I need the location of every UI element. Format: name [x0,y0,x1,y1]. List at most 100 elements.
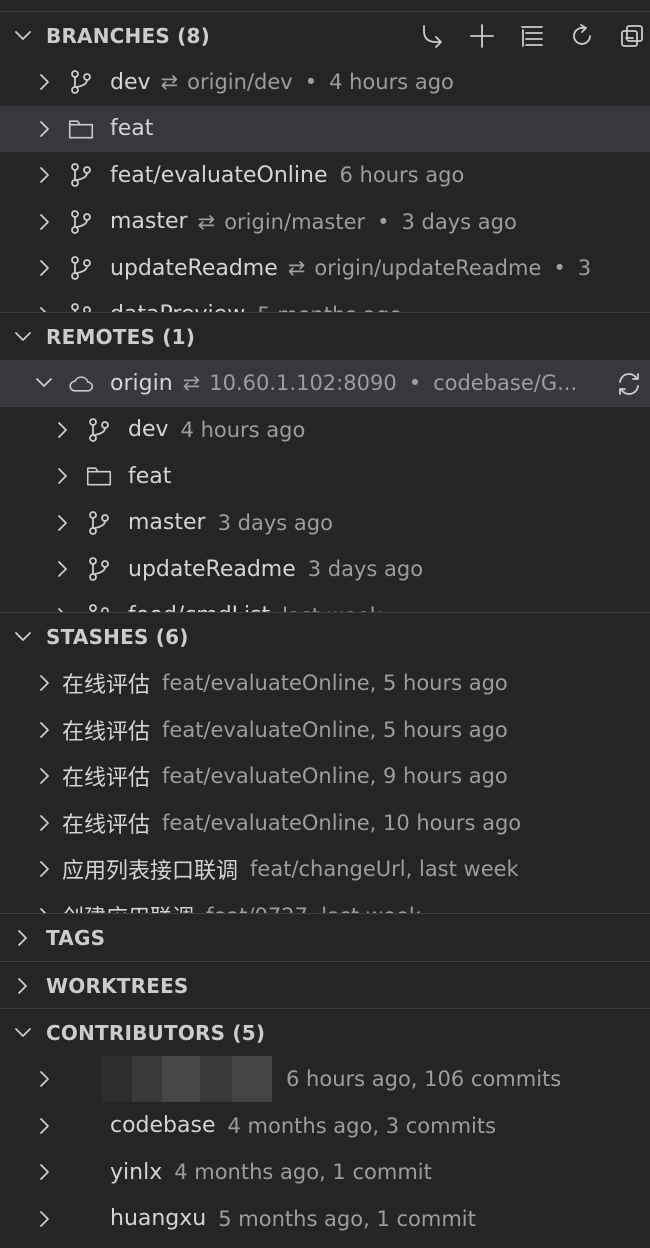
contributors-header[interactable]: CONTRIBUTORS (5) [0,1009,650,1056]
branch-time: 3 days ago [307,557,424,582]
branch-row[interactable]: feat/evaluateOnline 6 hours ago [0,152,650,199]
chevron-down-icon [12,326,46,348]
branch-upstream: origin/updateReadme [314,256,542,281]
contributor-name: codebase [110,1113,216,1139]
contributor-desc: 6 hours ago, 106 commits [286,1067,562,1092]
switch-branch-icon[interactable] [414,18,450,54]
chevron-right-icon [32,212,56,232]
avatar [102,1056,272,1103]
stash-row[interactable]: 应用列表接口联调 feat/changeUrl, last week [0,846,650,893]
sync-icon: ⇄ [160,70,179,95]
branch-time: 4 hours ago [180,417,306,442]
top-divider [0,0,650,12]
contributor-name: yinlx [110,1159,163,1185]
remotes-section: REMOTES (1) origin ⇄ 10.60.1.102:8090 • … [0,312,650,612]
stash-row[interactable]: 在线评估 feat/evaluateOnline, 9 hours ago [0,753,650,800]
contributors-section: CONTRIBUTORS (5) 6 hours ago, 106 commit… [0,1008,650,1248]
branch-upstream: origin/master [224,209,366,234]
separator-dot: • [553,256,566,281]
stash-message: 在线评估 [62,673,151,699]
remote-branch-row[interactable]: master 3 days ago [0,500,650,547]
branches-section: BRANCHES (8) dev ⇄ origin/dev • 4 hours … [0,12,650,312]
chevron-right-icon [32,859,56,879]
branch-name: feat [110,116,154,142]
chevron-right-icon [32,1116,56,1136]
branch-name: dataPreview [110,302,245,312]
tags-header[interactable]: TAGS [0,914,650,961]
chevron-right-icon [32,1069,56,1089]
stashes-section: STASHES (6) 在线评估 feat/evaluateOnline, 5 … [0,612,650,913]
remote-branch-row[interactable]: updateReadme 3 days ago [0,546,650,593]
chevron-right-icon [32,1209,56,1229]
sync-icon: ⇄ [287,256,306,281]
chevron-right-icon [32,72,56,92]
branch-name: updateReadme [128,556,296,582]
chevron-right-icon [32,906,56,913]
branch-row[interactable]: master ⇄ origin/master • 3 days ago [0,199,650,246]
branch-icon [86,556,112,582]
contributors-title: CONTRIBUTORS (5) [46,1020,266,1045]
chevron-right-icon [32,119,56,139]
remote-row[interactable]: origin ⇄ 10.60.1.102:8090 • codebase/G..… [0,360,650,407]
chevron-right-icon [50,420,74,440]
chevron-right-icon [50,466,74,486]
add-icon[interactable] [464,18,500,54]
branch-row-partial[interactable]: dataPreview 5 months ago [0,292,650,312]
branch-name: feat/evaluateOnline [110,162,328,188]
collapse-all-icon[interactable] [614,18,650,54]
branch-row[interactable]: updateReadme ⇄ origin/updateReadme • 3 [0,245,650,292]
branch-name: master [110,209,188,235]
chevron-down-icon [32,373,56,393]
branch-icon [68,255,94,281]
sync-icon: ⇄ [182,371,201,396]
branch-icon [68,162,94,188]
branch-time: 5 months ago [257,303,402,312]
stash-desc: feat/0727, last week [206,904,421,913]
separator-dot: • [377,209,390,234]
list-view-icon[interactable] [514,18,550,54]
chevron-right-icon [50,513,74,533]
contributor-name: huangxu [110,1206,207,1232]
contributor-desc: 4 months ago, 1 commit [174,1160,432,1185]
stash-message: 创建应用联调 [62,900,194,913]
stash-row[interactable]: 在线评估 feat/evaluateOnline, 10 hours ago [0,800,650,847]
stash-desc: feat/evaluateOnline, 10 hours ago [162,810,522,835]
branches-toolbar [414,12,650,59]
remote-branch-row-partial[interactable]: feed/cmdList last week [0,593,650,612]
chevron-down-icon [12,25,46,47]
contributor-row[interactable]: huangxu 5 months ago, 1 commit [0,1196,650,1243]
branch-time: 3 days ago [401,209,517,234]
chevron-right-icon [32,813,56,833]
stash-row[interactable]: 在线评估 feat/evaluateOnline, 5 hours ago [0,707,650,754]
fetch-icon[interactable] [612,367,646,401]
branch-time: 3 days ago [217,510,333,535]
worktrees-header[interactable]: WORKTREES [0,962,650,1008]
branch-time: last week [282,604,382,612]
remotes-header[interactable]: REMOTES (1) [0,313,650,360]
separator-dot: • [408,371,422,396]
branch-icon [86,510,112,536]
chevron-right-icon [32,720,56,740]
branches-header[interactable]: BRANCHES (8) [0,12,650,59]
refresh-icon[interactable] [564,18,600,54]
remote-branch-row[interactable]: dev 4 hours ago [0,407,650,454]
remote-branch-row[interactable]: feat [0,453,650,500]
branch-row[interactable]: feat [0,105,650,152]
branch-icon [86,417,112,443]
stashes-header[interactable]: STASHES (6) [0,613,650,660]
stash-message: 在线评估 [62,812,151,838]
stash-desc: feat/evaluateOnline, 9 hours ago [162,764,508,789]
branch-upstream: origin/dev [187,70,293,95]
branch-row[interactable]: dev ⇄ origin/dev • 4 hours ago [0,59,650,106]
contributor-desc: 5 months ago, 1 commit [218,1206,476,1231]
branch-name: dev [128,417,169,443]
stash-row-partial[interactable]: 创建应用联调 feat/0727, last week [0,893,650,913]
stash-row[interactable]: 在线评估 feat/evaluateOnline, 5 hours ago [0,660,650,707]
stash-message: 应用列表接口联调 [62,859,239,885]
contributor-row[interactable]: codebase 4 months ago, 3 commits [0,1103,650,1150]
sync-icon: ⇄ [197,209,216,234]
contributor-row[interactable]: yinlx 4 months ago, 1 commit [0,1149,650,1196]
contributor-row[interactable]: 6 hours ago, 106 commits [0,1056,650,1103]
contributor-desc: 4 months ago, 3 commits [227,1113,497,1138]
branch-time: 6 hours ago [339,163,465,188]
